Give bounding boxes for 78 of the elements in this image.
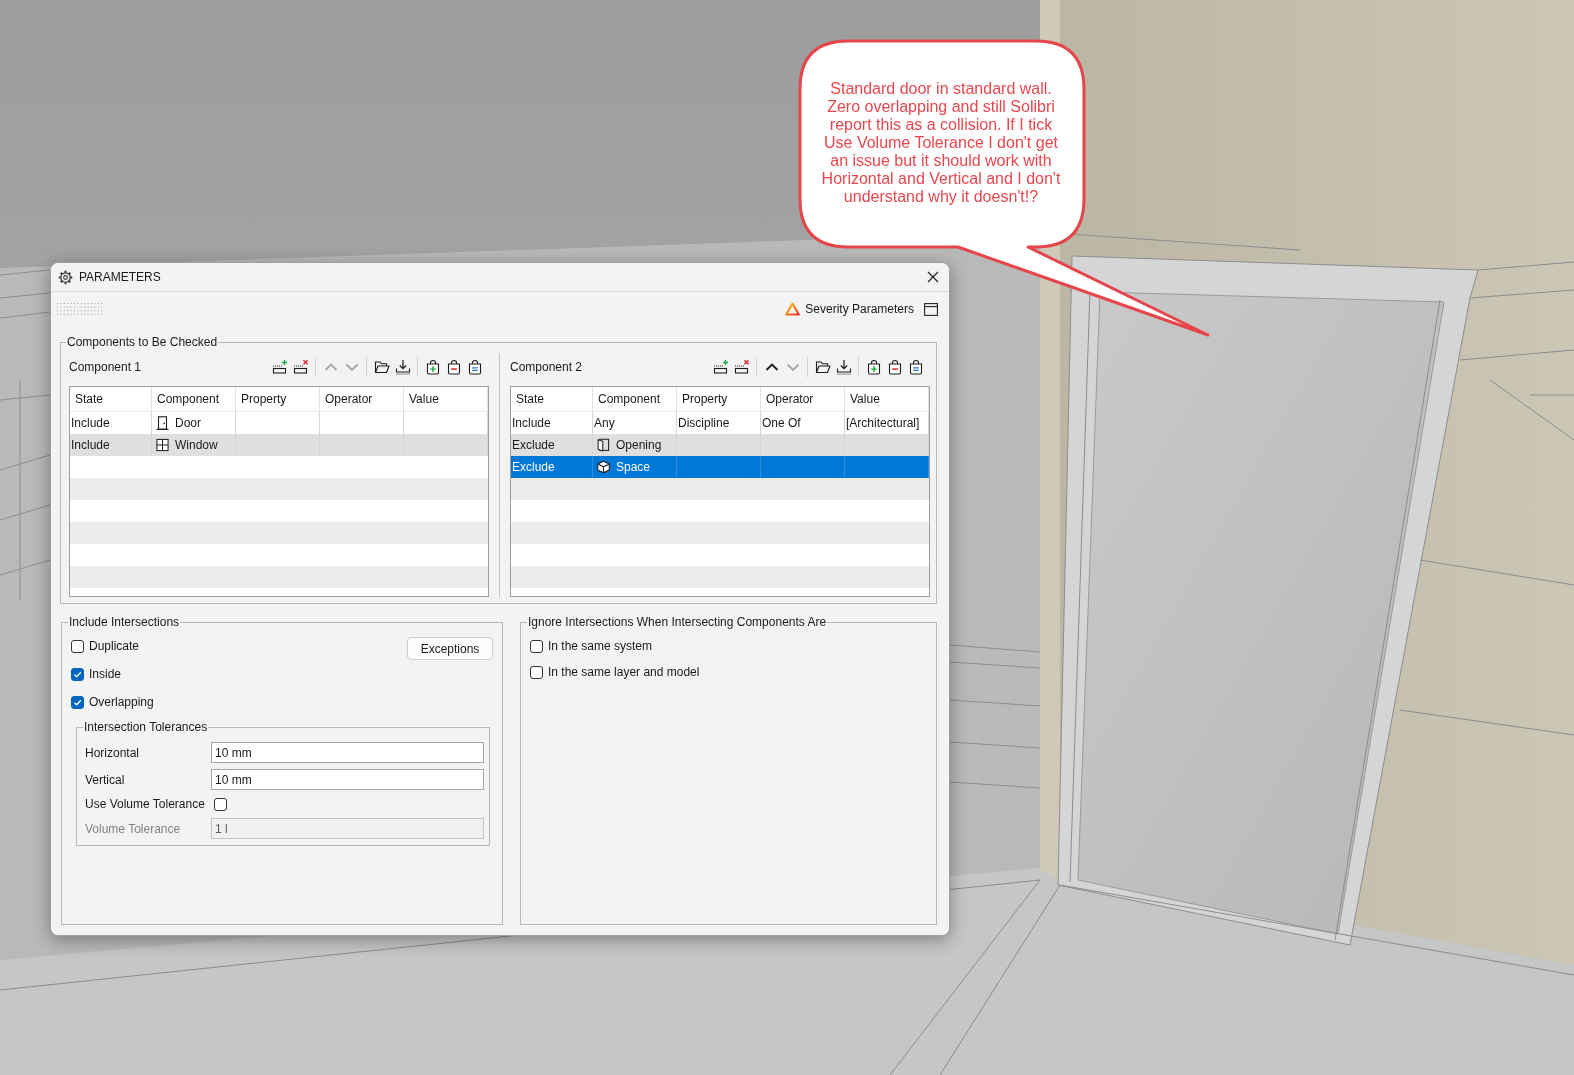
bag-minus-icon[interactable]: [886, 359, 903, 375]
checkbox-label: In the same system: [548, 639, 653, 653]
window-icon: [156, 438, 169, 452]
table-cell: Exclude: [512, 460, 555, 474]
column-header[interactable]: State: [511, 387, 593, 411]
bag-minus-icon[interactable]: [445, 359, 462, 375]
download-icon[interactable]: [394, 359, 411, 375]
checkbox-label: Overlapping: [89, 695, 154, 709]
field-label: Use Volume Tolerance: [85, 797, 206, 811]
checkbox[interactable]: [530, 639, 543, 653]
checkbox-label: In the same layer and model: [548, 665, 700, 679]
table-cell: Exclude: [512, 438, 555, 452]
table-cell: Door: [175, 416, 201, 430]
grip-icon[interactable]: [57, 302, 103, 316]
checkbox-label: Duplicate: [89, 639, 140, 653]
table-cell: Include: [512, 416, 551, 430]
checkbox[interactable]: [214, 797, 227, 811]
table-cell: Space: [616, 460, 651, 474]
bag-plus-icon[interactable]: [865, 359, 882, 375]
bag-equals-icon[interactable]: [907, 359, 924, 375]
column-header[interactable]: Component: [152, 387, 236, 411]
cube-icon: [597, 460, 610, 474]
panel-title: Component 2: [510, 360, 583, 374]
column-header[interactable]: Value: [845, 387, 929, 411]
table-row[interactable]: Include Any Discipline One Of [Architectural]: [511, 412, 929, 434]
checkbox[interactable]: [530, 665, 543, 679]
group-title: Components to Be Checked: [66, 335, 219, 349]
door-icon: [156, 416, 169, 430]
table-row[interactable]: Exclude Space: [511, 456, 929, 478]
severity-parameters-button[interactable]: Severity Parameters: [785, 302, 914, 316]
group-title: Ignore Intersections When Intersecting Components Are: [527, 615, 828, 629]
delete-row-icon[interactable]: [292, 359, 309, 375]
field-label: Volume Tolerance: [85, 821, 182, 836]
checkbox[interactable]: [71, 667, 84, 681]
group-title: Intersection Tolerances: [83, 720, 209, 734]
table-cell: Include: [71, 438, 110, 452]
table-row[interactable]: Exclude Opening: [511, 434, 929, 456]
folder-icon[interactable]: [373, 359, 390, 375]
column-header[interactable]: Component: [593, 387, 677, 411]
checkbox-label: Inside: [89, 667, 122, 681]
download-icon[interactable]: [835, 359, 852, 375]
bag-plus-icon[interactable]: [424, 359, 441, 375]
column-header[interactable]: Property: [236, 387, 320, 411]
settings-icon: [58, 269, 73, 285]
text-field[interactable]: 10 mm: [211, 769, 484, 790]
panel-icon[interactable]: [924, 302, 938, 316]
close-icon[interactable]: [927, 271, 939, 283]
column-header[interactable]: State: [70, 387, 152, 411]
checkbox[interactable]: [71, 695, 84, 709]
exceptions-button[interactable]: Exceptions: [407, 637, 493, 660]
table-row[interactable]: Include Window: [70, 434, 488, 456]
column-header[interactable]: Operator: [761, 387, 845, 411]
table-cell: Discipline: [678, 416, 730, 430]
column-header[interactable]: Property: [677, 387, 761, 411]
opening-icon: [597, 438, 610, 452]
delete-row-icon[interactable]: [733, 359, 750, 375]
table-cell: One Of: [762, 416, 801, 430]
field-label: Horizontal: [85, 745, 141, 760]
table-cell: Include: [71, 416, 110, 430]
table-cell: [Architectural]: [846, 416, 920, 430]
table-cell: Opening: [616, 438, 662, 452]
window-title: PARAMETERS: [79, 270, 162, 284]
add-row-icon[interactable]: [712, 359, 729, 375]
callout-text: Standard door in standard wall. Zero overlapping and still Solibri report this as a collision. If I tick Use Volume Tolerance I don't get an issue but it should work with Horizontal and Vertical and I don't understand why it doesn't!?: [820, 80, 1062, 206]
panel-title: Component 1: [69, 360, 142, 374]
folder-icon[interactable]: [814, 359, 831, 375]
text-field[interactable]: 10 mm: [211, 742, 484, 763]
add-row-icon[interactable]: [271, 359, 288, 375]
warning-icon: [785, 302, 801, 316]
table-row[interactable]: Include Door: [70, 412, 488, 434]
column-header[interactable]: Value: [404, 387, 488, 411]
checkbox[interactable]: [71, 639, 84, 653]
table-cell: Window: [175, 438, 218, 452]
field-label: Vertical: [85, 772, 126, 787]
group-title: Include Intersections: [68, 615, 181, 629]
table-cell: Any: [594, 416, 615, 430]
column-header[interactable]: Operator: [320, 387, 404, 411]
bag-equals-icon[interactable]: [466, 359, 483, 375]
